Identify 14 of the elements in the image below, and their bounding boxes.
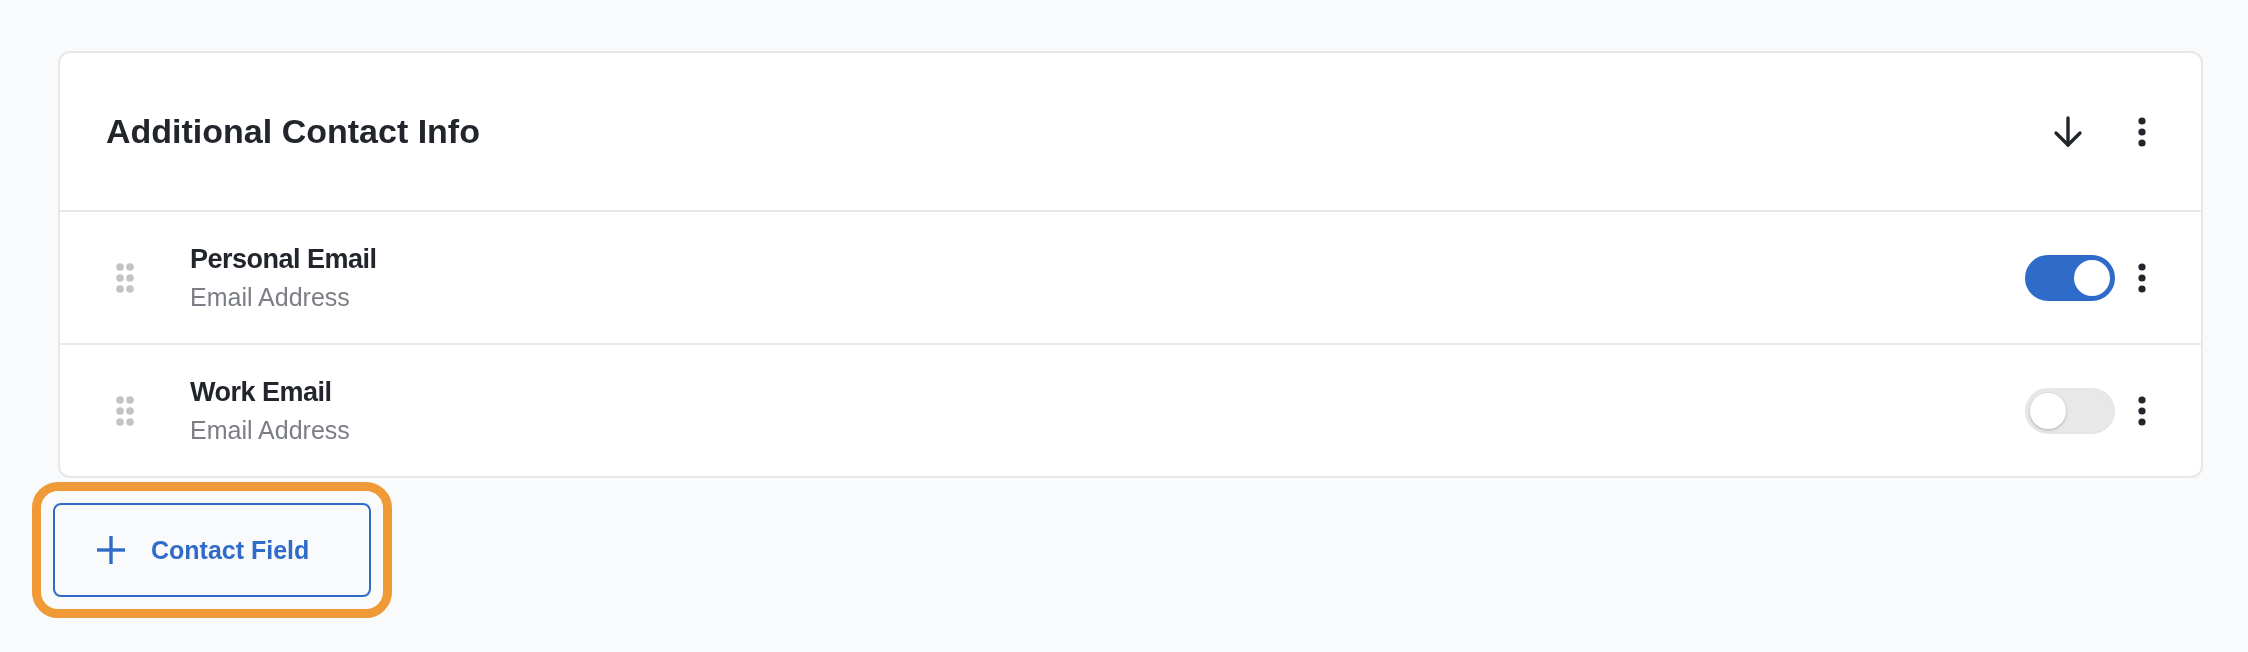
add-contact-field-button[interactable]: Contact Field [53, 503, 371, 597]
more-options-icon [2137, 261, 2147, 294]
more-options-icon [2137, 394, 2147, 427]
field-name: Work Email [190, 376, 333, 408]
field-type: Email Address [190, 282, 351, 312]
drag-handle-icon[interactable] [115, 261, 135, 294]
down-arrow-icon [2051, 114, 2085, 149]
drag-handle-icon[interactable] [115, 394, 135, 427]
plus-icon [97, 536, 125, 564]
field-name: Personal Email [190, 243, 378, 275]
toggle-switch[interactable] [2025, 254, 2115, 301]
more-options-icon [2137, 115, 2147, 148]
field-type: Email Address [190, 415, 351, 445]
card-title: Additional Contact Info [106, 112, 481, 151]
